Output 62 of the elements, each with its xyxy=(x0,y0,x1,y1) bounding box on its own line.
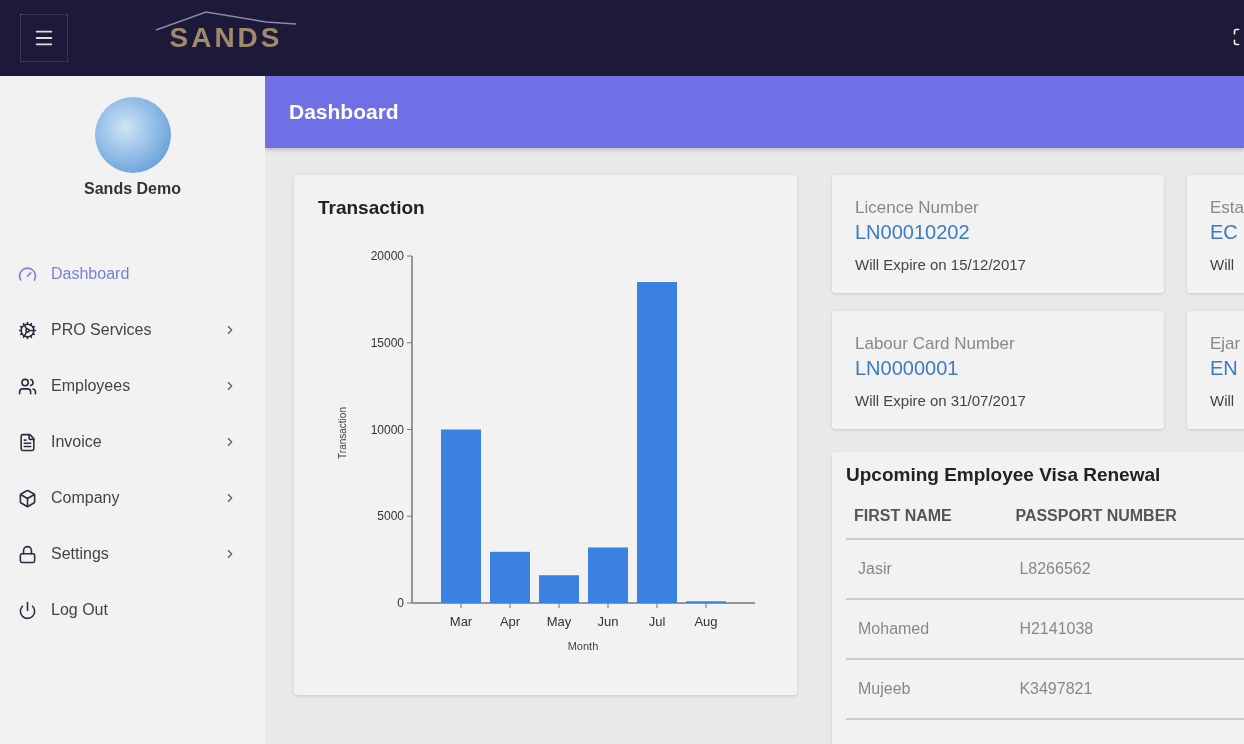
info-label: Licence Number xyxy=(855,198,980,218)
card-title: Transaction xyxy=(318,197,426,219)
info-value: LN0000001 xyxy=(855,357,960,380)
x-tick-label: Apr xyxy=(499,614,521,629)
sidebar-item[interactable]: PRO Services xyxy=(0,302,265,358)
expiry-note: Will Expire on 15/12/2017 xyxy=(855,256,1027,273)
page-title: Dashboard xyxy=(289,100,399,124)
sidebar-item-label: Invoice xyxy=(51,433,103,451)
document-icon xyxy=(18,432,37,452)
bar xyxy=(588,547,628,603)
gear-icon xyxy=(18,320,37,340)
user-name: Sands Demo xyxy=(84,180,181,198)
sidebar-item[interactable]: Settings xyxy=(0,526,265,582)
y-tick-label: 10000 xyxy=(370,422,404,437)
bar xyxy=(539,575,579,603)
y-tick-label: 20000 xyxy=(370,249,404,263)
y-tick-label: 15000 xyxy=(370,335,404,350)
y-axis-title: Transaction xyxy=(337,407,348,459)
x-tick-label: May xyxy=(546,614,572,629)
sidebar-item-label: Log Out xyxy=(51,601,109,619)
y-tick-label: 0 xyxy=(397,596,404,610)
info-value: EN xyxy=(1210,357,1239,380)
table-cell: Mohamed xyxy=(846,599,1008,659)
expiry-note: Will Expire on 31/07/2017 xyxy=(855,392,1027,409)
x-tick-label: Jul xyxy=(648,614,666,629)
column-header: PASSPORT NUMBER xyxy=(1007,494,1244,539)
table-cell: K3497821 xyxy=(1007,659,1244,719)
table-cell: L8266562 xyxy=(1007,539,1244,599)
table-cell: Jasir xyxy=(846,539,1008,599)
cube-icon xyxy=(18,488,37,508)
table-cell: Mujeeb xyxy=(846,659,1008,719)
info-label: Ejar xyxy=(1210,334,1242,354)
x-tick-label: Mar xyxy=(449,614,473,629)
info-value: LN00010202 xyxy=(855,221,971,244)
lock-icon xyxy=(18,544,37,564)
expiry-note: Will xyxy=(1210,256,1236,273)
sidebar-item[interactable]: Log Out xyxy=(0,582,265,638)
x-tick-label: Aug xyxy=(694,614,718,629)
sidebar-item[interactable]: Company xyxy=(0,470,265,526)
column-header: FIRST NAME xyxy=(846,494,1008,539)
sidebar-item-label: Dashboard xyxy=(51,265,131,283)
sidebar-item[interactable]: Employees xyxy=(0,358,265,414)
bar xyxy=(490,551,530,603)
expiry-note: Will xyxy=(1210,392,1236,409)
table-cell: H2141038 xyxy=(1007,599,1244,659)
x-axis-title: Month xyxy=(567,640,599,652)
sidebar-item[interactable]: Invoice xyxy=(0,414,265,470)
sidebar-item-label: Settings xyxy=(51,545,110,563)
info-label: Esta xyxy=(1210,198,1244,218)
x-tick-label: Jun xyxy=(597,614,619,629)
logo: SANDS xyxy=(146,8,306,68)
sidebar-item-label: Employees xyxy=(51,377,132,395)
gauge-icon xyxy=(18,264,37,284)
y-tick-label: 5000 xyxy=(377,509,404,524)
menu-button[interactable] xyxy=(20,14,68,62)
power-icon xyxy=(18,600,37,620)
sidebar-item-label: PRO Services xyxy=(51,321,153,339)
card-title: Upcoming Employee Visa Renewal xyxy=(846,464,1162,486)
sidebar-item-label: Company xyxy=(51,489,121,507)
info-value: EC xyxy=(1210,221,1239,244)
info-label: Labour Card Number xyxy=(855,334,1016,354)
users-icon xyxy=(18,376,37,396)
